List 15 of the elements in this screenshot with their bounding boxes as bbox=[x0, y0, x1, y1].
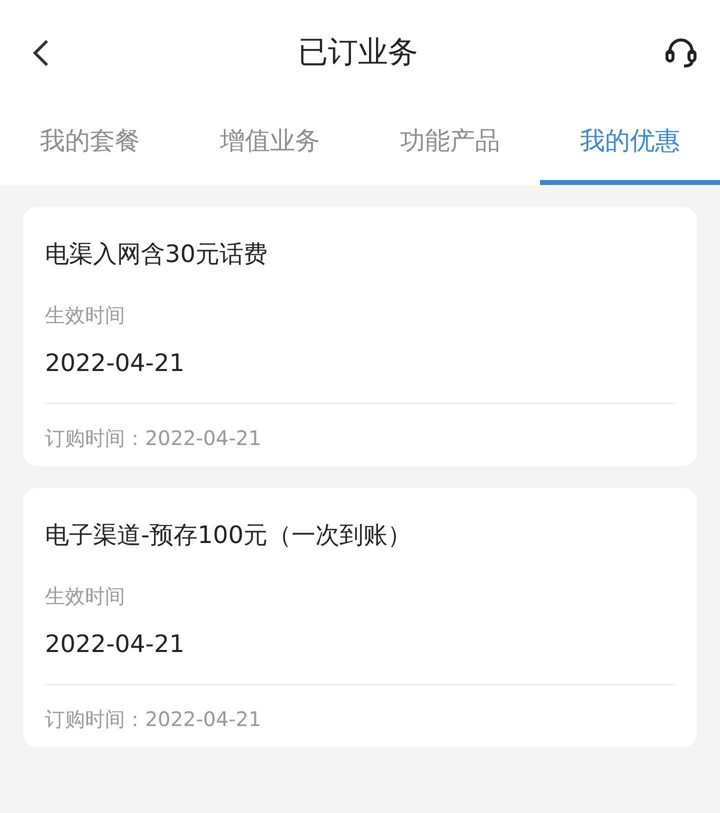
headset-icon bbox=[664, 36, 698, 70]
effective-date: 2022-04-21 bbox=[45, 348, 186, 379]
tab[interactable]: 我的套餐 bbox=[0, 105, 180, 185]
effective-date: 2022-04-21 bbox=[45, 629, 186, 660]
effective-label: 生效时间 bbox=[45, 583, 126, 610]
offer-name: 电子渠道-预存100元（一次到账） bbox=[45, 520, 412, 551]
effective-label: 生效时间 bbox=[45, 302, 126, 329]
order-time: 订购时间：2022-04-21 bbox=[45, 706, 262, 733]
order-time: 订购时间：2022-04-21 bbox=[45, 425, 262, 452]
tab[interactable]: 增值业务 bbox=[180, 105, 360, 185]
page-title: 已订业务 bbox=[297, 34, 419, 72]
offer-name: 电渠入网含30元话费 bbox=[45, 239, 269, 270]
tab[interactable]: 我的优惠 bbox=[540, 105, 720, 185]
support-button[interactable] bbox=[664, 36, 698, 70]
tab[interactable]: 功能产品 bbox=[360, 105, 540, 185]
